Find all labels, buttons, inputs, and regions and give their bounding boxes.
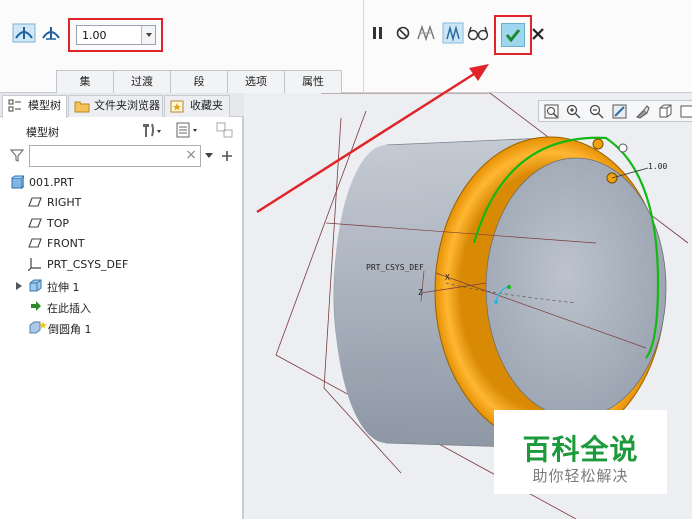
watermark-logo: 百科全说 助你轻松解决 xyxy=(494,410,667,494)
watermark-title: 百科全说 xyxy=(522,433,639,466)
watermark-subtitle: 助你轻松解决 xyxy=(532,467,629,485)
